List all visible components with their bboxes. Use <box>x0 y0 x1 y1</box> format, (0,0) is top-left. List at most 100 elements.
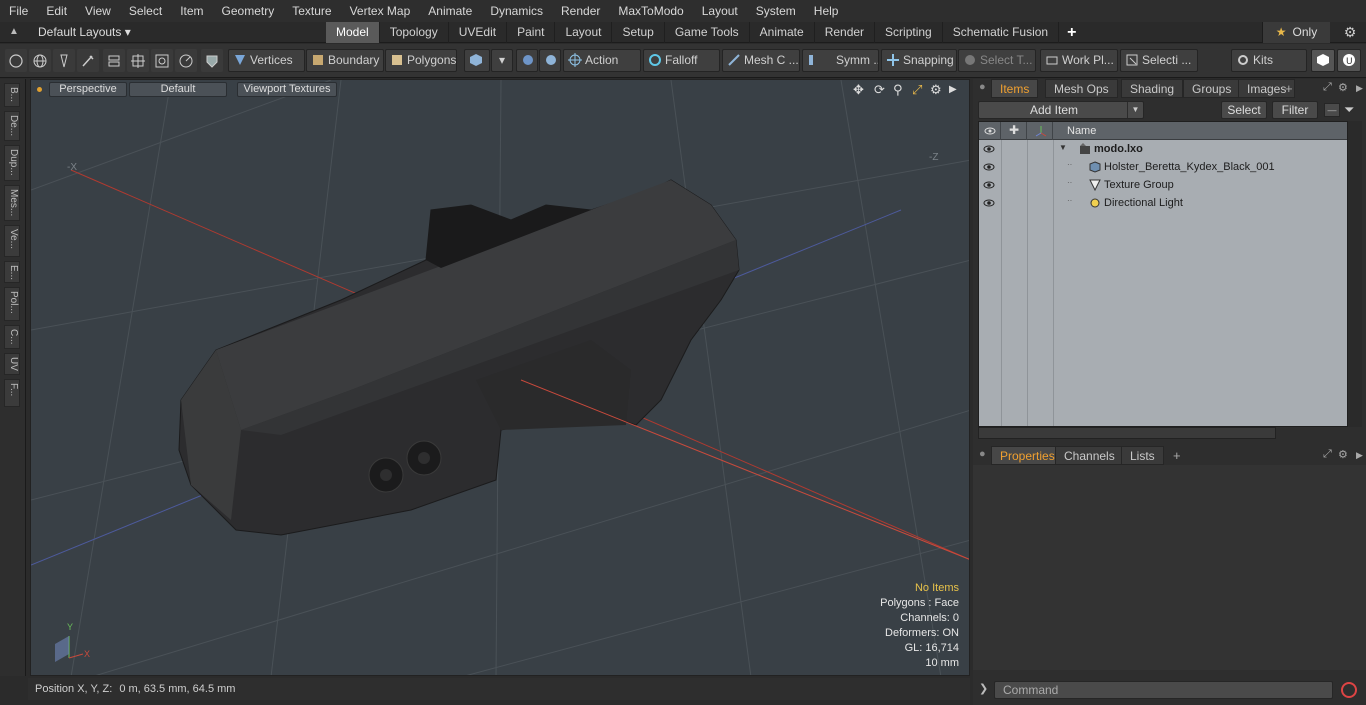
chevron-down-icon[interactable]: ▼ <box>1127 102 1143 118</box>
menu-help[interactable]: Help <box>805 0 848 22</box>
mode-dropdown[interactable]: ▾ <box>491 49 513 72</box>
vertices-button[interactable]: Vertices <box>228 49 305 72</box>
gear-icon[interactable]: ⚙ <box>1340 22 1360 43</box>
brush-icon[interactable] <box>77 49 99 72</box>
tab-game-tools[interactable]: Game Tools <box>665 22 750 43</box>
panel-dot-icon[interactable]: ● <box>979 448 986 460</box>
viewport-textures-button[interactable]: Viewport Textures <box>237 82 337 97</box>
circle-select-icon[interactable] <box>5 49 27 72</box>
panel-arrow-icon[interactable]: ▶ <box>1356 450 1363 461</box>
item-row-scene[interactable]: ▼ modo.lxo <box>979 140 1347 158</box>
viewport-menu-dot[interactable] <box>37 87 42 92</box>
unity-icon[interactable] <box>1311 49 1335 72</box>
name-column-header[interactable]: Name <box>1067 122 1096 140</box>
action-center-button[interactable]: Action <box>563 49 641 72</box>
record-icon[interactable] <box>1341 682 1357 698</box>
strip-tab-duplicate[interactable]: Dup... <box>4 145 20 181</box>
funnel-icon[interactable]: ⏷ <box>1344 102 1354 118</box>
strip-tab-edge[interactable]: E... <box>4 261 20 283</box>
3d-viewport[interactable]: -X -Z Y X Perspective Default Viewport T… <box>30 79 970 676</box>
tab-render[interactable]: Render <box>815 22 876 43</box>
item-mode-button[interactable] <box>464 49 490 72</box>
tab-groups[interactable]: Groups <box>1183 79 1241 98</box>
menu-texture[interactable]: Texture <box>283 0 340 22</box>
strip-tab-polygon[interactable]: Pol... <box>4 287 20 321</box>
item-row-texture-group[interactable]: ·· Texture Group <box>979 176 1347 194</box>
add-panel-tab-icon[interactable]: + <box>1173 446 1181 465</box>
tab-channels[interactable]: Channels <box>1055 446 1124 465</box>
square-select-icon[interactable] <box>151 49 173 72</box>
maximize-view-icon[interactable]: ⤢ <box>912 82 922 98</box>
tab-lists[interactable]: Lists <box>1121 446 1164 465</box>
snap-element-button[interactable] <box>516 49 538 72</box>
shield-icon[interactable] <box>201 49 223 72</box>
menu-animate[interactable]: Animate <box>419 0 481 22</box>
tab-schematic-fusion[interactable]: Schematic Fusion <box>943 22 1060 43</box>
unreal-icon[interactable]: U <box>1337 49 1361 72</box>
tab-items[interactable]: Items <box>991 79 1039 98</box>
move-view-icon[interactable]: ✥ <box>853 82 864 98</box>
snap-geometry-button[interactable] <box>539 49 561 72</box>
panel-arrow-icon[interactable]: ▶ <box>1356 83 1363 94</box>
menu-system[interactable]: System <box>747 0 805 22</box>
tab-uvedit[interactable]: UVEdit <box>449 22 508 43</box>
tab-layout[interactable]: Layout <box>555 22 613 43</box>
strip-tab-deform[interactable]: De... <box>4 111 20 141</box>
zoom-view-icon[interactable]: ⚲ <box>893 82 903 98</box>
shading-default-button[interactable]: Default <box>129 82 227 97</box>
strip-tab-fusion[interactable]: F... <box>4 379 20 407</box>
tab-properties[interactable]: Properties <box>991 446 1064 465</box>
falloff-button[interactable]: Falloff <box>643 49 720 72</box>
center-icon[interactable] <box>127 49 149 72</box>
filter-button[interactable]: Filter <box>1272 101 1318 119</box>
items-horizontal-scrollbar[interactable] <box>978 427 1276 439</box>
menu-select[interactable]: Select <box>120 0 171 22</box>
globe-icon[interactable] <box>29 49 51 72</box>
selection-sets-button[interactable]: Selecti ... <box>1120 49 1198 72</box>
tab-shading[interactable]: Shading <box>1121 79 1184 98</box>
add-tab-icon[interactable]: + <box>1059 22 1084 43</box>
strip-tab-curve[interactable]: C... <box>4 325 20 349</box>
polygons-button[interactable]: Polygons <box>385 49 457 72</box>
eye-icon[interactable] <box>983 161 995 176</box>
panel-expand-icon[interactable]: ⤢ <box>1323 81 1332 94</box>
scene-canvas[interactable] <box>31 80 970 676</box>
tab-topology[interactable]: Topology <box>380 22 449 43</box>
tab-mesh-ops[interactable]: Mesh Ops <box>1045 79 1118 98</box>
pen-icon[interactable] <box>53 49 75 72</box>
work-plane-button[interactable]: Work Pl... <box>1040 49 1118 72</box>
timer-icon[interactable] <box>175 49 197 72</box>
command-arrow-icon[interactable]: ❯ <box>979 682 988 695</box>
holster-mesh[interactable] <box>178 179 740 536</box>
menu-item[interactable]: Item <box>171 0 212 22</box>
strip-tab-uv[interactable]: UV <box>4 353 20 375</box>
panel-dot-icon[interactable]: ● <box>979 81 986 93</box>
expand-triangle-icon[interactable]: ▼ <box>1059 143 1067 152</box>
viewport-gear-icon[interactable]: ⚙ <box>930 82 942 98</box>
menu-render[interactable]: Render <box>552 0 609 22</box>
eye-icon[interactable] <box>983 143 995 158</box>
add-panel-tab-icon[interactable]: + <box>1285 79 1293 98</box>
rotate-view-icon[interactable]: ⟳ <box>874 82 885 98</box>
add-item-button[interactable]: Add Item ▼ <box>978 101 1144 119</box>
item-row-directional-light[interactable]: ·· Directional Light <box>979 194 1347 212</box>
menu-view[interactable]: View <box>76 0 120 22</box>
viewport-expand-icon[interactable]: ▶ <box>949 84 957 95</box>
select-through-button[interactable]: Select T... <box>958 49 1036 72</box>
layouts-dropdown[interactable]: Default Layouts ▾ <box>38 22 131 43</box>
item-row-mesh[interactable]: ·· Holster_Beretta_Kydex_Black_001 <box>979 158 1347 176</box>
kits-button[interactable]: Kits <box>1231 49 1307 72</box>
menu-file[interactable]: File <box>0 0 37 22</box>
perspective-button[interactable]: Perspective <box>49 82 127 97</box>
collapse-arrow-icon[interactable]: ▲ <box>6 24 22 40</box>
eye-icon[interactable] <box>983 179 995 194</box>
boundary-button[interactable]: Boundary <box>306 49 384 72</box>
menu-maxtomodo[interactable]: MaxToModo <box>609 0 692 22</box>
tab-setup[interactable]: Setup <box>612 22 665 43</box>
menu-dynamics[interactable]: Dynamics <box>481 0 552 22</box>
strip-tab-basic[interactable]: B... <box>4 83 20 107</box>
menu-vertex-map[interactable]: Vertex Map <box>341 0 420 22</box>
collapse-icon[interactable]: — <box>1324 103 1340 117</box>
snapping-button[interactable]: Snapping <box>881 49 957 72</box>
tab-scripting[interactable]: Scripting <box>875 22 943 43</box>
